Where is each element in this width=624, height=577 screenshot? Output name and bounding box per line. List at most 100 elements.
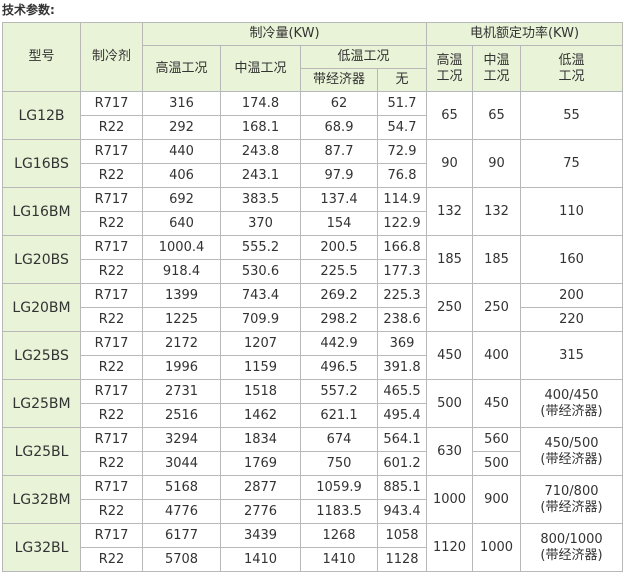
model-cell: LG25BS xyxy=(2,331,81,380)
power-mid-cell: 90 xyxy=(472,139,521,188)
table-row: LG16BM R717 692 383.5 137.4 114.9 132 132 110 xyxy=(2,187,623,236)
mid-temp-cell: 1834 xyxy=(220,427,301,452)
mid-temp-cell: 168.1 xyxy=(220,115,301,140)
power-low-line: (带经济器) xyxy=(540,403,603,419)
power-low-line: (带经济器) xyxy=(540,451,603,467)
power-low-cell: 315 xyxy=(520,331,623,380)
low-none-cell: 238.6 xyxy=(377,307,427,332)
refrigerant-cell: R22 xyxy=(80,163,143,188)
power-low-cell: 110 xyxy=(520,187,623,236)
power-high-cell: 65 xyxy=(426,91,473,140)
low-none-cell: 54.7 xyxy=(377,115,427,140)
model-cell: LG20BM xyxy=(2,283,81,332)
power-low-cell: 55 xyxy=(520,91,623,140)
mid-temp-cell: 174.8 xyxy=(220,91,301,116)
header-high-temp: 高温工况 xyxy=(142,45,221,92)
header-refrigerant: 制冷剂 xyxy=(80,22,143,92)
power-mid-cell: 500 xyxy=(472,451,521,476)
low-none-cell: 1128 xyxy=(377,547,427,572)
refrigerant-cell: R22 xyxy=(80,211,143,236)
low-none-cell: 225.3 xyxy=(377,283,427,308)
model-cell: LG20BS xyxy=(2,235,81,284)
high-temp-cell: 692 xyxy=(142,187,221,212)
low-econ-cell: 97.9 xyxy=(300,163,378,188)
model-cell: LG12B xyxy=(2,91,81,140)
power-low-cell: 800/1000 (带经济器) xyxy=(520,523,623,572)
low-econ-cell: 750 xyxy=(300,451,378,476)
power-low-line: (带经济器) xyxy=(540,499,603,515)
model-cell: LG25BL xyxy=(2,427,81,476)
high-temp-cell: 1225 xyxy=(142,307,221,332)
header-power-high-text: 高温工况 xyxy=(436,52,463,84)
power-low-line: 450/500 xyxy=(544,435,599,451)
low-econ-cell: 137.4 xyxy=(300,187,378,212)
power-low-line: (带经济器) xyxy=(540,547,603,563)
power-mid-cell: 185 xyxy=(472,235,521,284)
power-low-cell: 220 xyxy=(520,307,623,332)
power-high-cell: 450 xyxy=(426,331,473,380)
high-temp-cell: 406 xyxy=(142,163,221,188)
model-cell: LG16BS xyxy=(2,139,81,188)
power-low-cell: 400/450 (带经济器) xyxy=(520,379,623,428)
table-row: LG16BS R717 440 243.8 87.7 72.9 90 90 75 xyxy=(2,139,623,188)
low-none-cell: 114.9 xyxy=(377,187,427,212)
low-econ-cell: 621.1 xyxy=(300,403,378,428)
table-row: LG25BL R717 3294 1834 674 564.1 630 560 450/500(… xyxy=(2,427,623,476)
mid-temp-cell: 530.6 xyxy=(220,259,301,284)
low-econ-cell: 496.5 xyxy=(300,355,378,380)
refrigerant-cell: R22 xyxy=(80,499,143,524)
low-econ-cell: 154 xyxy=(300,211,378,236)
power-low-line: 800/1000 xyxy=(540,531,603,547)
power-high-cell: 132 xyxy=(426,187,473,236)
low-econ-cell: 557.2 xyxy=(300,379,378,404)
table-row: LG25BS R717 2172 1207 442.9 369 450 400 315 xyxy=(2,331,623,380)
low-econ-cell: 68.9 xyxy=(300,115,378,140)
refrigerant-cell: R22 xyxy=(80,307,143,332)
power-mid-cell: 65 xyxy=(472,91,521,140)
low-none-cell: 465.5 xyxy=(377,379,427,404)
low-none-cell: 177.3 xyxy=(377,259,427,284)
refrigerant-cell: R717 xyxy=(80,139,143,164)
header-power-low: 低温工况 xyxy=(520,45,623,92)
power-high-cell: 250 xyxy=(426,283,473,332)
header-power: 电机额定功率(KW) xyxy=(426,22,623,46)
mid-temp-cell: 1207 xyxy=(220,331,301,356)
power-low-cell: 710/800 (带经济器) xyxy=(520,475,623,524)
model-cell: LG25BM xyxy=(2,379,81,428)
mid-temp-cell: 383.5 xyxy=(220,187,301,212)
refrigerant-cell: R717 xyxy=(80,523,143,548)
refrigerant-cell: R717 xyxy=(80,331,143,356)
high-temp-cell: 3044 xyxy=(142,451,221,476)
mid-temp-cell: 370 xyxy=(220,211,301,236)
table-row: LG32BM R717 5168 2877 1059.9 885.1 1000 900 710/… xyxy=(2,475,623,524)
low-none-cell: 369 xyxy=(377,331,427,356)
header-capacity: 制冷量(KW) xyxy=(142,22,427,46)
low-econ-cell: 87.7 xyxy=(300,139,378,164)
low-none-cell: 166.8 xyxy=(377,235,427,260)
table-row: LG32BL R717 6177 3439 1268 1058 1120 1000 800/10… xyxy=(2,523,623,572)
section-title: 技术参数: xyxy=(2,3,55,17)
power-low-line: 400/450 xyxy=(544,387,599,403)
high-temp-cell: 1000.4 xyxy=(142,235,221,260)
mid-temp-cell: 243.8 xyxy=(220,139,301,164)
low-econ-cell: 674 xyxy=(300,427,378,452)
mid-temp-cell: 1159 xyxy=(220,355,301,380)
high-temp-cell: 3294 xyxy=(142,427,221,452)
model-cell: LG32BM xyxy=(2,475,81,524)
power-high-cell: 630 xyxy=(426,427,473,476)
mid-temp-cell: 743.4 xyxy=(220,283,301,308)
high-temp-cell: 640 xyxy=(142,211,221,236)
power-low-cell: 160 xyxy=(520,235,623,284)
power-mid-cell: 400 xyxy=(472,331,521,380)
mid-temp-cell: 709.9 xyxy=(220,307,301,332)
low-econ-cell: 62 xyxy=(300,91,378,116)
low-none-cell: 564.1 xyxy=(377,427,427,452)
refrigerant-cell: R22 xyxy=(80,403,143,428)
low-none-cell: 943.4 xyxy=(377,499,427,524)
power-mid-cell: 132 xyxy=(472,187,521,236)
low-econ-cell: 1410 xyxy=(300,547,378,572)
low-none-cell: 122.9 xyxy=(377,211,427,236)
mid-temp-cell: 1410 xyxy=(220,547,301,572)
table-row: LG20BS R717 1000.4 555.2 200.5 166.8 185 185 160 xyxy=(2,235,623,284)
mid-temp-cell: 3439 xyxy=(220,523,301,548)
